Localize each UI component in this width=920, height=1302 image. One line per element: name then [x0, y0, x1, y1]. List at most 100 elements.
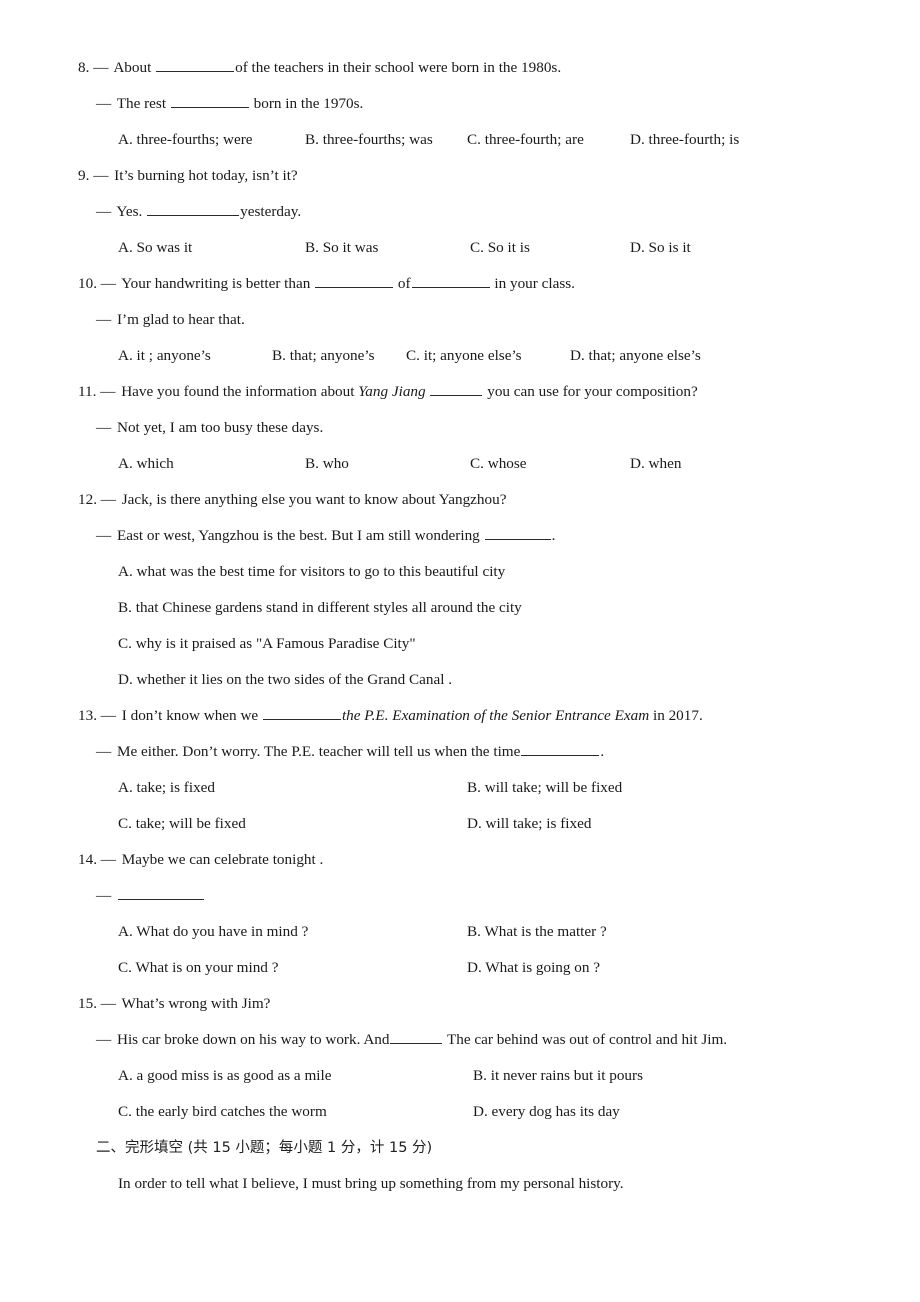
answer-blank[interactable] — [147, 201, 240, 216]
question-8-stem-post: of the teachers in their school were bor… — [235, 59, 562, 76]
question-15-reply: — His car broke down on his way to work.… — [0, 1022, 920, 1058]
question-11-stem-pre: Have you found the information about — [121, 383, 355, 400]
question-12-reply: — East or west, Yangzhou is the best. Bu… — [0, 518, 920, 554]
question-10-reply: — I’m glad to hear that. — [0, 302, 920, 338]
question-9-reply: — Yes. yesterday. — [0, 194, 920, 230]
option-c[interactable]: C. it; anyone else’s — [406, 338, 522, 374]
question-11-reply-text: Not yet, I am too busy these days. — [116, 419, 324, 436]
question-12-number: 12. — [78, 491, 97, 508]
question-11-stem: 11. — Have you found the information abo… — [0, 374, 920, 410]
option-b[interactable]: B. will take; will be fixed — [467, 770, 622, 806]
option-b[interactable]: B. it never rains but it pours — [473, 1058, 643, 1094]
option-d[interactable]: D. So is it — [630, 230, 691, 266]
question-10-number: 10. — [78, 275, 97, 292]
answer-blank[interactable] — [117, 885, 204, 900]
em-dash: — — [96, 203, 112, 220]
em-dash: — — [100, 995, 116, 1012]
em-dash: — — [100, 275, 116, 292]
answer-blank[interactable] — [262, 705, 341, 720]
answer-blank-2[interactable] — [411, 273, 490, 288]
option-d[interactable]: D. three-fourth; is — [630, 122, 739, 158]
em-dash: — — [93, 167, 109, 184]
question-14-stem-text: Maybe we can celebrate tonight . — [121, 851, 324, 868]
option-c[interactable]: C. take; will be fixed — [118, 806, 246, 842]
em-dash: — — [100, 851, 116, 868]
option-a[interactable]: A. it ; anyone’s — [118, 338, 211, 374]
question-11: 11. — Have you found the information abo… — [0, 374, 920, 482]
cloze-passage-first-line: In order to tell what I believe, I must … — [118, 1175, 624, 1192]
option-d[interactable]: D. that; anyone else’s — [570, 338, 701, 374]
question-12-option-b[interactable]: B. that Chinese gardens stand in differe… — [0, 590, 920, 626]
em-dash: — — [96, 419, 112, 436]
question-9-number: 9. — [78, 167, 90, 184]
section-heading-cloze: 二、完形填空 (共 15 小题；每小题 1 分，计 15 分) — [96, 1140, 433, 1156]
question-13-reply-pre: Me either. Don’t worry. The P.E. teacher… — [116, 743, 521, 760]
option-d[interactable]: D. every dog has its day — [473, 1094, 620, 1130]
question-8: 8. — About of the teachers in their scho… — [0, 50, 920, 158]
option-a[interactable]: A. three-fourths; were — [118, 122, 253, 158]
question-12-option-c[interactable]: C. why is it praised as "A Famous Paradi… — [0, 626, 920, 662]
question-11-stem-post: you can use for your composition? — [487, 383, 698, 400]
question-9-stem-text: It’s burning hot today, isn’t it? — [114, 167, 298, 184]
em-dash: — — [100, 383, 116, 400]
option-d[interactable]: D. What is going on ? — [467, 950, 600, 986]
question-14: 14. — Maybe we can celebrate tonight . —… — [0, 842, 920, 986]
option-a[interactable]: A. So was it — [118, 230, 192, 266]
question-15-reply-pre: His car broke down on his way to work. A… — [116, 1031, 390, 1048]
question-10-stem-mid: of — [397, 275, 411, 292]
answer-blank[interactable] — [170, 93, 249, 108]
option-a[interactable]: A. What do you have in mind ? — [118, 914, 308, 950]
answer-blank[interactable] — [156, 57, 235, 72]
em-dash: — — [100, 491, 116, 508]
option-a[interactable]: A. take; is fixed — [118, 770, 215, 806]
question-10-reply-text: I’m glad to hear that. — [116, 311, 245, 328]
option-b[interactable]: B. What is the matter ? — [467, 914, 607, 950]
option-c[interactable]: C. three-fourth; are — [467, 122, 584, 158]
answer-blank[interactable] — [484, 525, 551, 540]
question-14-stem: 14. — Maybe we can celebrate tonight . — [0, 842, 920, 878]
question-9-reply-post: yesterday. — [240, 203, 302, 220]
question-15: 15. — What’s wrong with Jim? — His car b… — [0, 986, 920, 1130]
question-13-stem-pre: I don’t know when we — [121, 707, 259, 724]
question-9: 9. — It’s burning hot today, isn’t it? —… — [0, 158, 920, 266]
question-10: 10. — Your handwriting is better than of… — [0, 266, 920, 374]
option-b[interactable]: B. So it was — [305, 230, 378, 266]
option-b[interactable]: B. three-fourths; was — [305, 122, 433, 158]
question-12-stem-text: Jack, is there anything else you want to… — [121, 491, 507, 508]
question-12-reply-pre: East or west, Yangzhou is the best. But … — [116, 527, 480, 544]
question-8-reply-post: born in the 1970s. — [253, 95, 364, 112]
option-d[interactable]: D. when — [630, 446, 681, 482]
option-c[interactable]: C. What is on your mind ? — [118, 950, 278, 986]
em-dash: — — [93, 59, 109, 76]
answer-blank[interactable] — [521, 741, 600, 756]
question-10-stem-post: in your class. — [494, 275, 575, 292]
option-a[interactable]: A. a good miss is as good as a mile — [118, 1058, 331, 1094]
question-8-number: 8. — [78, 59, 90, 76]
answer-blank[interactable] — [390, 1029, 443, 1044]
question-12-stem: 12. — Jack, is there anything else you w… — [0, 482, 920, 518]
question-11-reply: — Not yet, I am too busy these days. — [0, 410, 920, 446]
question-14-reply: — — [0, 878, 920, 914]
question-12-option-a[interactable]: A. what was the best time for visitors t… — [0, 554, 920, 590]
option-c[interactable]: C. the early bird catches the worm — [118, 1094, 327, 1130]
question-13-reply: — Me either. Don’t worry. The P.E. teach… — [0, 734, 920, 770]
question-13-options-row-2: C. take; will be fixed D. will take; is … — [0, 806, 920, 842]
question-13-number: 13. — [78, 707, 97, 724]
option-b[interactable]: B. that; anyone’s — [272, 338, 375, 374]
question-9-stem: 9. — It’s burning hot today, isn’t it? — [0, 158, 920, 194]
question-12-option-d[interactable]: D. whether it lies on the two sides of t… — [0, 662, 920, 698]
option-d[interactable]: D. will take; is fixed — [467, 806, 591, 842]
option-c[interactable]: C. whose — [470, 446, 527, 482]
answer-blank-1[interactable] — [315, 273, 394, 288]
answer-blank[interactable] — [430, 381, 483, 396]
question-10-options: A. it ; anyone’s B. that; anyone’s C. it… — [0, 338, 920, 374]
em-dash: — — [96, 311, 112, 328]
option-a[interactable]: A. which — [118, 446, 174, 482]
question-11-stem-italic: Yang Jiang — [358, 383, 426, 400]
question-15-options-row-2: C. the early bird catches the worm D. ev… — [0, 1094, 920, 1130]
question-15-number: 15. — [78, 995, 97, 1012]
question-13-stem: 13. — I don’t know when we the P.E. Exam… — [0, 698, 920, 734]
option-b[interactable]: B. who — [305, 446, 349, 482]
question-8-options: A. three-fourths; were B. three-fourths;… — [0, 122, 920, 158]
option-c[interactable]: C. So it is — [470, 230, 530, 266]
